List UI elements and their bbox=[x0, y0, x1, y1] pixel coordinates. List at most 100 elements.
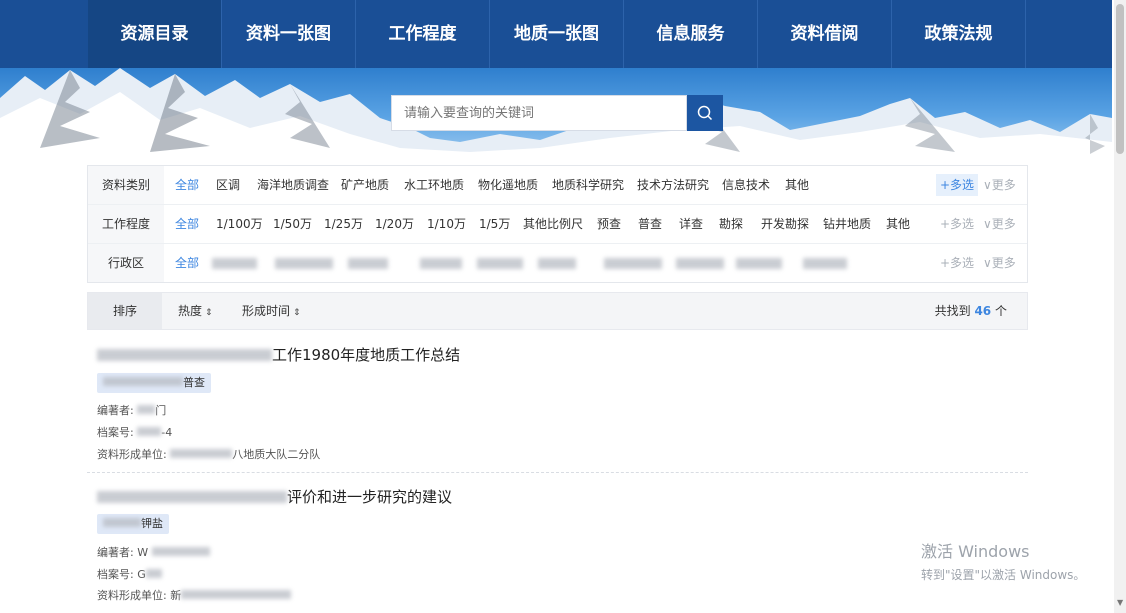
redacted-region-options bbox=[604, 258, 662, 269]
redacted-title bbox=[97, 349, 272, 361]
result-count-number: 46 bbox=[974, 304, 992, 318]
filter-option[interactable]: 1/5万 bbox=[479, 205, 510, 243]
filter-option[interactable]: 区调 bbox=[216, 166, 240, 204]
filter-option[interactable]: 1/10万 bbox=[427, 205, 466, 243]
filter-option[interactable]: 详查 bbox=[679, 205, 703, 243]
nav-item-resource-catalog[interactable]: 资源目录 bbox=[88, 0, 222, 68]
multi-select-button[interactable]: +多选 bbox=[940, 252, 974, 274]
filter-option[interactable]: 1/25万 bbox=[324, 205, 363, 243]
sort-option-label: 形成时间 bbox=[242, 304, 291, 318]
redacted-region-options bbox=[538, 258, 576, 269]
author-label: 编著者: bbox=[97, 404, 134, 417]
search-input[interactable] bbox=[391, 95, 687, 131]
redacted-archive bbox=[137, 427, 162, 436]
multi-select-button[interactable]: +多选 bbox=[936, 174, 979, 196]
filter-option-all[interactable]: 全部 bbox=[175, 166, 199, 204]
nav-item-data-borrow[interactable]: 资料借阅 bbox=[758, 0, 892, 68]
scrollbar-thumb[interactable] bbox=[1116, 4, 1124, 154]
sort-by-date[interactable]: 形成时间 ⇕ bbox=[242, 293, 301, 329]
filter-label-level: 工作程度 bbox=[88, 205, 164, 243]
filter-option[interactable]: 其他 bbox=[785, 166, 809, 204]
sort-by-popularity[interactable]: 热度 ⇕ bbox=[178, 293, 213, 329]
filter-option[interactable]: 普查 bbox=[638, 205, 662, 243]
windows-activation-watermark: 激活 Windows 转到"设置"以激活 Windows。 bbox=[921, 538, 1085, 583]
sort-label: 排序 bbox=[88, 293, 162, 329]
unit-label: 资料形成单位: bbox=[97, 589, 167, 602]
redacted-tag bbox=[103, 377, 183, 386]
filter-option[interactable]: 地质科学研究 bbox=[552, 166, 624, 204]
result-divider bbox=[87, 472, 1028, 473]
more-button[interactable]: ∨更多 bbox=[983, 213, 1016, 235]
archive-label: 档案号: bbox=[97, 426, 134, 439]
result-unit: 资料形成单位: 新 bbox=[97, 587, 292, 603]
redacted-region-options bbox=[275, 258, 333, 269]
redacted-tag bbox=[103, 518, 141, 527]
result-title-text: 工作1980年度地质工作总结 bbox=[272, 346, 461, 364]
redacted-region-options bbox=[212, 258, 257, 269]
archive-value: G bbox=[137, 568, 146, 581]
top-nav: 资源目录 资料一张图 工作程度 地质一张图 信息服务 资料借阅 政策法规 bbox=[0, 0, 1112, 68]
more-button[interactable]: ∨更多 bbox=[983, 252, 1016, 274]
archive-label: 档案号: bbox=[97, 568, 134, 581]
filter-option[interactable]: 开发勘探 bbox=[761, 205, 809, 243]
filter-option[interactable]: 其他 bbox=[886, 205, 910, 243]
filter-option[interactable]: 1/100万 bbox=[216, 205, 263, 243]
filter-panel: 资料类别 全部 区调 海洋地质调查 矿产地质 水工环地质 物化遥地质 地质科学研… bbox=[87, 165, 1028, 283]
result-title[interactable]: 评价和进一步研究的建议 bbox=[97, 486, 452, 507]
sort-bar: 排序 热度 ⇕ 形成时间 ⇕ 共找到 46 个 bbox=[87, 292, 1028, 330]
redacted-archive bbox=[145, 569, 162, 578]
filter-option[interactable]: 预查 bbox=[597, 205, 621, 243]
author-value: 门 bbox=[155, 404, 167, 417]
watermark-line1: 激活 Windows bbox=[921, 542, 1030, 561]
result-archive-no: 档案号: G bbox=[97, 566, 162, 582]
search-icon bbox=[697, 105, 713, 121]
nav-item-work-level[interactable]: 工作程度 bbox=[356, 0, 490, 68]
filter-row-level: 工作程度 全部 1/100万 1/50万 1/25万 1/20万 1/10万 1… bbox=[88, 205, 1027, 244]
result-tag-text: 钾盐 bbox=[141, 517, 163, 530]
filter-option[interactable]: 水工环地质 bbox=[404, 166, 464, 204]
nav-menu: 资源目录 资料一张图 工作程度 地质一张图 信息服务 资料借阅 政策法规 bbox=[88, 0, 1026, 68]
scroll-down-icon[interactable]: ▼ bbox=[1117, 598, 1123, 607]
filter-option[interactable]: 海洋地质调查 bbox=[257, 166, 329, 204]
redacted-title bbox=[97, 491, 287, 503]
filter-option[interactable]: 钻井地质 bbox=[823, 205, 871, 243]
filter-option[interactable]: 技术方法研究 bbox=[637, 166, 709, 204]
redacted-unit bbox=[170, 449, 233, 458]
nav-item-data-map[interactable]: 资料一张图 bbox=[222, 0, 356, 68]
multi-select-button[interactable]: +多选 bbox=[940, 213, 974, 235]
result-item: 评价和进一步研究的建议 钾盐 编著者: W 档案号: G 资料形成单位: 新 bbox=[87, 486, 1028, 606]
filter-option[interactable]: 矿产地质 bbox=[341, 166, 389, 204]
page-scrollbar[interactable]: ▼ bbox=[1114, 0, 1126, 613]
filter-option[interactable]: 其他比例尺 bbox=[523, 205, 583, 243]
sort-option-label: 热度 bbox=[178, 304, 203, 318]
result-tag-text: 普查 bbox=[183, 376, 205, 389]
filter-option[interactable]: 勘探 bbox=[719, 205, 743, 243]
more-button[interactable]: ∨更多 bbox=[983, 174, 1016, 196]
filter-option[interactable]: 信息技术 bbox=[722, 166, 770, 204]
redacted-author bbox=[137, 405, 156, 414]
result-count-suffix: 个 bbox=[994, 304, 1007, 318]
result-author: 编著者: W bbox=[97, 544, 210, 560]
filter-option-all[interactable]: 全部 bbox=[175, 244, 199, 282]
result-unit: 资料形成单位: 八地质大队二分队 bbox=[97, 446, 320, 462]
filter-option[interactable]: 物化遥地质 bbox=[478, 166, 538, 204]
result-tag: 钾盐 bbox=[97, 514, 169, 534]
search-button[interactable] bbox=[687, 95, 723, 131]
nav-item-info-service[interactable]: 信息服务 bbox=[624, 0, 758, 68]
result-archive-no: 档案号: -4 bbox=[97, 424, 172, 440]
result-tag: 普查 bbox=[97, 373, 211, 393]
nav-item-policy[interactable]: 政策法规 bbox=[892, 0, 1026, 68]
filter-row-category: 资料类别 全部 区调 海洋地质调查 矿产地质 水工环地质 物化遥地质 地质科学研… bbox=[88, 166, 1027, 205]
result-count: 共找到 46 个 bbox=[935, 293, 1007, 329]
result-count-prefix: 共找到 bbox=[934, 304, 971, 318]
filter-option-all[interactable]: 全部 bbox=[175, 205, 199, 243]
result-title[interactable]: 工作1980年度地质工作总结 bbox=[97, 344, 460, 365]
nav-item-geology-map[interactable]: 地质一张图 bbox=[490, 0, 624, 68]
redacted-region-options bbox=[348, 258, 388, 269]
sort-arrows-icon: ⇕ bbox=[293, 308, 301, 318]
sort-arrows-icon: ⇕ bbox=[205, 308, 213, 318]
unit-label: 资料形成单位: bbox=[97, 448, 167, 461]
filter-option[interactable]: 1/50万 bbox=[273, 205, 312, 243]
filter-option[interactable]: 1/20万 bbox=[375, 205, 414, 243]
author-value: W bbox=[137, 546, 149, 559]
